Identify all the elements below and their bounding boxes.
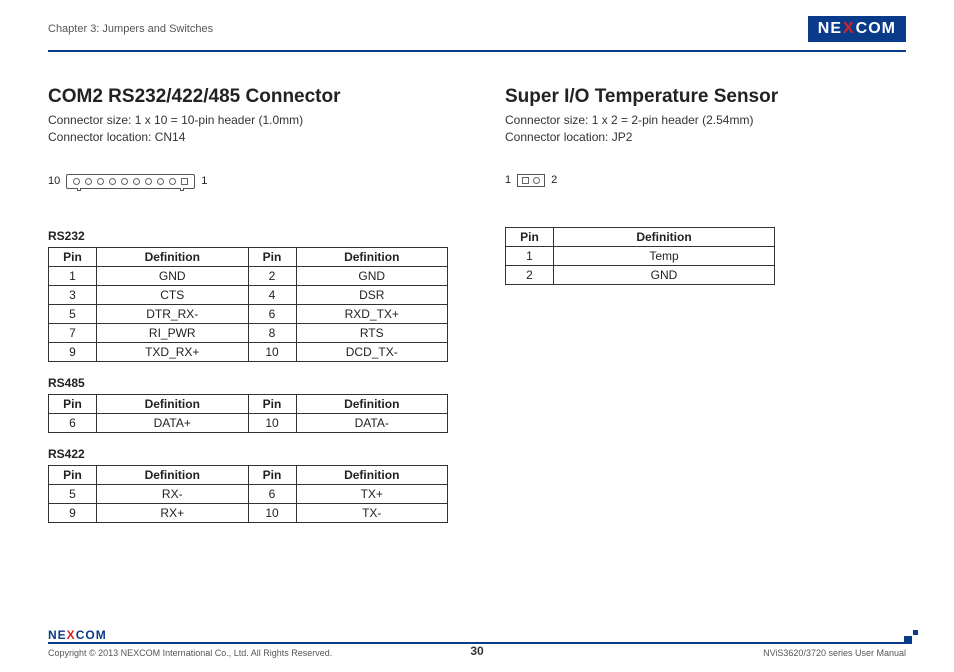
pin-hole-icon: [121, 178, 128, 185]
section-subtitle-com2: Connector size: 1 x 10 = 10-pin header (…: [48, 112, 449, 146]
pin-label-10: 10: [48, 175, 60, 187]
table-row: 2GND: [506, 265, 775, 284]
th-def: Definition: [296, 394, 448, 413]
table-rs422: Pin Definition Pin Definition 5RX-6TX+ 9…: [48, 465, 448, 523]
page-header: Chapter 3: Jumpers and Switches NEXCOM: [48, 16, 906, 42]
pin-hole-icon: [169, 178, 176, 185]
logo-text-post: COM: [76, 628, 107, 642]
right-column: Super I/O Temperature Sensor Connector s…: [505, 86, 906, 537]
chapter-label: Chapter 3: Jumpers and Switches: [48, 23, 213, 35]
connector-size: Connector size: 1 x 10 = 10-pin header (…: [48, 112, 449, 129]
connector-body-10pin: [66, 174, 195, 189]
table-row: 1GND2GND: [49, 266, 448, 285]
table-row: 9TXD_RX+10DCD_TX-: [49, 342, 448, 361]
copyright-text: Copyright © 2013 NEXCOM International Co…: [48, 648, 332, 658]
manual-name: NViS3620/3720 series User Manual: [763, 648, 906, 658]
pin-1-square-icon: [522, 177, 529, 184]
table-row: 1Temp: [506, 246, 775, 265]
logo-text-pre: NE: [48, 628, 67, 642]
logo-text-x: X: [843, 20, 855, 38]
pin-hole-icon: [157, 178, 164, 185]
connector-diagram-2pin: 1 2: [505, 174, 906, 187]
connector-location: Connector location: CN14: [48, 129, 449, 146]
table-label-rs232: RS232: [48, 229, 449, 243]
section-title-superio: Super I/O Temperature Sensor: [505, 86, 906, 108]
table-row: 5RX-6TX+: [49, 484, 448, 503]
th-pin: Pin: [49, 394, 97, 413]
th-def: Definition: [296, 465, 448, 484]
table-row: 9RX+10TX-: [49, 503, 448, 522]
th-def: Definition: [97, 465, 249, 484]
page-footer: NEXCOM Copyright © 2013 NEXCOM Internati…: [48, 628, 906, 658]
table-rs485: Pin Definition Pin Definition 6DATA+10DA…: [48, 394, 448, 433]
connector-location: Connector location: JP2: [505, 129, 906, 146]
pin-hole-icon: [85, 178, 92, 185]
table-row: 3CTS4DSR: [49, 285, 448, 304]
table-row: 5DTR_RX-6RXD_TX+: [49, 304, 448, 323]
connector-size: Connector size: 1 x 2 = 2-pin header (2.…: [505, 112, 906, 129]
th-def: Definition: [296, 247, 448, 266]
logo-text-post: COM: [856, 20, 896, 38]
pin-hole-icon: [133, 178, 140, 185]
table-row: 6DATA+10DATA-: [49, 413, 448, 432]
pin-hole-icon: [533, 177, 540, 184]
table-rs232: Pin Definition Pin Definition 1GND2GND 3…: [48, 247, 448, 362]
th-pin: Pin: [49, 247, 97, 266]
page-number: 30: [470, 644, 483, 658]
logo-text-pre: NE: [818, 20, 842, 38]
section-subtitle-superio: Connector size: 1 x 2 = 2-pin header (2.…: [505, 112, 906, 146]
connector-diagram-10pin: 10 1: [48, 174, 449, 189]
footer-ornament-icon: [904, 636, 912, 644]
th-pin: Pin: [248, 465, 296, 484]
pin-hole-icon: [145, 178, 152, 185]
table-label-rs485: RS485: [48, 376, 449, 390]
header-rule: [48, 46, 906, 58]
th-pin: Pin: [506, 227, 554, 246]
table-label-rs422: RS422: [48, 447, 449, 461]
pin-1-square-icon: [181, 178, 188, 185]
pin-hole-icon: [73, 178, 80, 185]
th-def: Definition: [554, 227, 775, 246]
footer-logo: NEXCOM: [48, 628, 906, 642]
connector-body-2pin: [517, 174, 545, 187]
pin-label-1: 1: [505, 174, 511, 186]
pin-hole-icon: [109, 178, 116, 185]
section-title-com2: COM2 RS232/422/485 Connector: [48, 86, 449, 108]
pin-hole-icon: [97, 178, 104, 185]
logo-text-x: X: [67, 628, 76, 642]
left-column: COM2 RS232/422/485 Connector Connector s…: [48, 86, 449, 537]
table-superio: Pin Definition 1Temp 2GND: [505, 227, 775, 285]
th-pin: Pin: [49, 465, 97, 484]
th-pin: Pin: [248, 247, 296, 266]
th-def: Definition: [97, 394, 249, 413]
brand-logo: NEXCOM: [808, 16, 906, 42]
pin-label-1: 1: [201, 175, 207, 187]
th-pin: Pin: [248, 394, 296, 413]
pin-label-2: 2: [551, 174, 557, 186]
th-def: Definition: [97, 247, 249, 266]
table-row: 7RI_PWR8RTS: [49, 323, 448, 342]
